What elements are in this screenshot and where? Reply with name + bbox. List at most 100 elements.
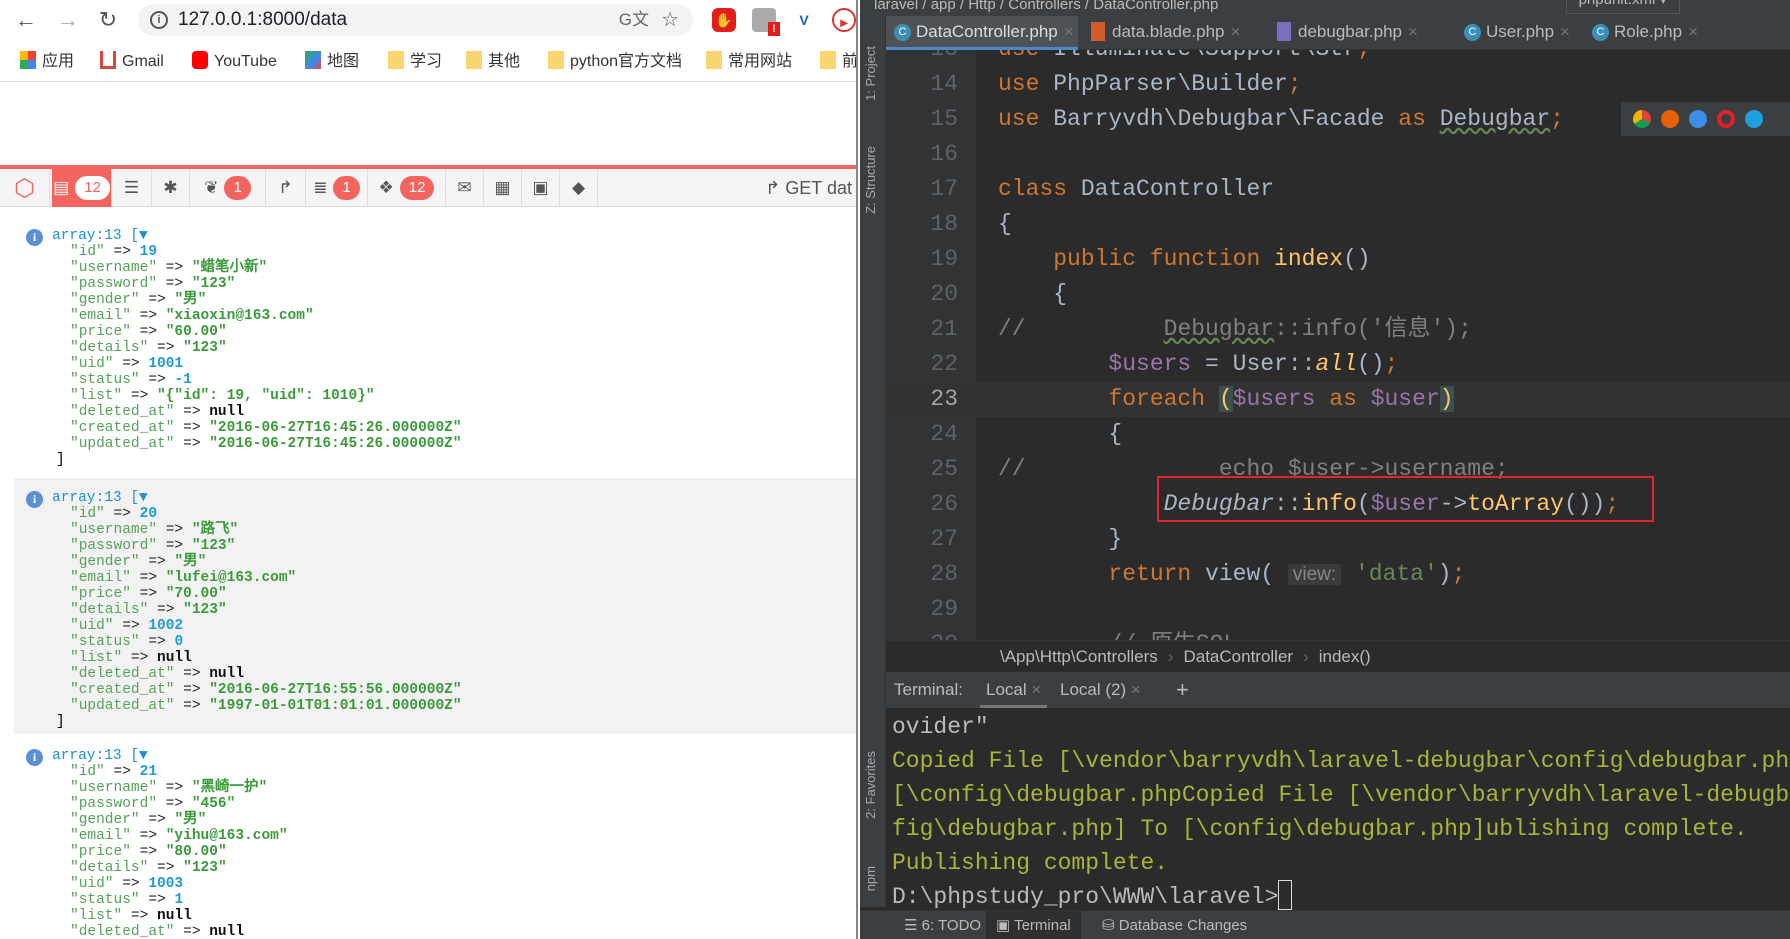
debugbar-tab-exceptions[interactable]: ✱	[152, 169, 190, 207]
tool-window-structure[interactable]: Z: Structure	[863, 146, 878, 214]
bookmark-2[interactable]: YouTube	[192, 50, 277, 74]
dump-row: "gender" => "男"	[52, 812, 856, 828]
dump-arrow: =>	[139, 812, 175, 828]
bookmark-5[interactable]: 其他	[466, 50, 520, 74]
dump-row: "password" => "123"	[52, 276, 856, 292]
code-token: {	[998, 211, 1012, 237]
run-config-label: phpunit.xml	[1579, 0, 1656, 8]
dump-key: "uid"	[70, 356, 114, 372]
close-tab-icon[interactable]: ×	[1231, 22, 1241, 41]
dump-array-header[interactable]: array:13 [▼	[52, 748, 856, 764]
code-editor[interactable]: 13 use Illuminate\Support\Str; 14 use PhpPa…	[886, 50, 1790, 640]
dump-key: "username"	[70, 522, 158, 538]
bookmark-1[interactable]: Gmail	[100, 50, 164, 74]
laravel-logo-icon[interactable]: ⬡	[0, 169, 50, 207]
request-info[interactable]: ↱ GET dat	[765, 169, 852, 207]
dump-arrow: =>	[157, 260, 192, 276]
line-number: 22	[930, 351, 958, 377]
code-line: 17 class DataController	[886, 172, 1790, 207]
debugbar-tab-session[interactable]: ▣	[522, 169, 560, 207]
terminal-tab-local-2[interactable]: Local (2) ×	[1054, 672, 1147, 708]
terminal-tab-local[interactable]: Local ×	[980, 672, 1048, 708]
dump-row: "email" => "lufei@163.com"	[52, 570, 856, 586]
dump-key: "list"	[70, 650, 123, 666]
tool-window-npm[interactable]: npm	[863, 866, 878, 891]
debugbar-tab-timeline[interactable]: ☰	[112, 169, 152, 207]
media-extension-icon[interactable]: ▸	[832, 8, 856, 32]
request-icon: ▦	[494, 178, 511, 197]
dump-array-header[interactable]: array:13 [▼	[52, 490, 856, 506]
editor-tab-data-blade-php[interactable]: data.blade.php ×	[1082, 16, 1262, 50]
back-button[interactable]: ←	[12, 6, 40, 34]
safari-icon[interactable]	[1689, 110, 1707, 128]
debugbar-tab-request[interactable]: ▦	[484, 169, 522, 207]
debugbar-tab-mails[interactable]: ✉	[446, 169, 484, 207]
tool-window-project[interactable]: 1: Project	[863, 46, 878, 101]
debugbar-tab-tags[interactable]: ◆	[560, 169, 598, 207]
editor-tab-user-php[interactable]: C User.php ×	[1456, 16, 1578, 50]
debugbar-tab-models[interactable]: ❖ 12	[368, 169, 446, 207]
firefox-icon[interactable]	[1661, 110, 1679, 128]
breadcrumb-item[interactable]: index()	[1319, 647, 1371, 666]
address-bar[interactable]: i 127.0.0.1:8000/data G文 ☆	[138, 4, 693, 36]
dump-value: "黑崎一护"	[191, 780, 268, 796]
vpn-extension-icon[interactable]: V	[792, 8, 816, 32]
tool-button-terminal[interactable]: ▣ Terminal	[986, 911, 1081, 939]
bookmark-0[interactable]: 应用	[20, 50, 74, 74]
open-in-browser-popup	[1621, 102, 1790, 136]
site-info-icon[interactable]: i	[150, 11, 168, 29]
line-number: 17	[930, 176, 958, 202]
close-tab-icon[interactable]: ×	[1688, 22, 1698, 41]
debugbar-tab-messages[interactable]: ▤ 12	[52, 169, 112, 207]
bookmark-3[interactable]: 地图	[305, 50, 359, 74]
editor-tab-role-php[interactable]: C Role.php ×	[1584, 16, 1704, 50]
terminal-icon: ▣	[996, 917, 1015, 934]
close-tab-icon[interactable]: ×	[1408, 22, 1418, 41]
terminal-line: Publishing complete.	[892, 846, 1168, 880]
run-configuration-select[interactable]: phpunit.xml ▾	[1565, 0, 1680, 14]
close-tab-icon[interactable]: ×	[1027, 680, 1041, 699]
breadcrumb-item[interactable]: DataController	[1183, 647, 1293, 666]
tool-button-6-todo[interactable]: ☰ 6: TODO	[894, 911, 991, 939]
dump-key: "price"	[70, 324, 131, 340]
opera-icon[interactable]	[1717, 110, 1735, 128]
extension-icon[interactable]: !	[752, 8, 780, 36]
bookmark-6[interactable]: python官方文档	[548, 50, 682, 74]
close-tab-icon[interactable]: ×	[1064, 22, 1074, 41]
blade-file-icon	[1091, 22, 1105, 41]
debugbar-tab-route[interactable]: ↱	[266, 169, 306, 207]
adblock-extension-icon[interactable]: ✋	[712, 8, 736, 32]
dump-row: "updated_at" => "2016-06-27T16:45:26.000…	[52, 436, 856, 452]
bookmark-7[interactable]: 常用网站	[706, 50, 792, 74]
terminal-output[interactable]: ovider" Copied File [\vendor\barryvdh\lar…	[886, 708, 1790, 910]
dump-key: "id"	[70, 764, 105, 780]
code-token: all	[1315, 351, 1357, 377]
reload-button[interactable]: ↻	[94, 6, 122, 34]
code-token: PhpParser\Builder	[1053, 71, 1288, 97]
debugbar-tab-views[interactable]: ❦ 1	[190, 169, 266, 207]
code-token: index	[1274, 246, 1344, 272]
dump-row: "uid" => 1003	[52, 876, 856, 892]
tool-window-favorites[interactable]: 2: Favorites	[863, 751, 878, 819]
bookmark-star-icon[interactable]: ☆	[661, 4, 679, 36]
chrome-icon[interactable]	[1633, 110, 1651, 128]
bookmark-label: Gmail	[122, 53, 164, 70]
dump-row: "email" => "xiaoxin@163.com"	[52, 308, 856, 324]
bookmark-4[interactable]: 学习	[388, 50, 442, 74]
dump-array-header[interactable]: array:13 [▼	[52, 228, 856, 244]
editor-tab-datacontroller-php[interactable]: C DataController.php ×	[886, 16, 1078, 50]
close-tab-icon[interactable]: ×	[1560, 22, 1570, 41]
editor-tab-debugbar-php[interactable]: debugbar.php ×	[1268, 16, 1450, 50]
translate-icon[interactable]: G文	[619, 4, 649, 36]
close-tab-icon[interactable]: ×	[1126, 680, 1141, 699]
debugbar-tab-queries[interactable]: ≣ 1	[306, 169, 368, 207]
ie-icon[interactable]	[1745, 110, 1763, 128]
forward-button[interactable]: →	[54, 6, 82, 34]
breadcrumb-item[interactable]: \App\Http\Controllers	[1000, 647, 1158, 666]
dump-row: "username" => "蜡笔小新"	[52, 260, 856, 276]
code-token: $users	[1232, 386, 1330, 412]
bookmark-8[interactable]: 前	[820, 50, 856, 74]
new-terminal-button[interactable]: +	[1176, 672, 1189, 708]
code-token: public function	[998, 246, 1275, 272]
tool-button-database-changes[interactable]: ⛁ Database Changes	[1092, 911, 1257, 939]
